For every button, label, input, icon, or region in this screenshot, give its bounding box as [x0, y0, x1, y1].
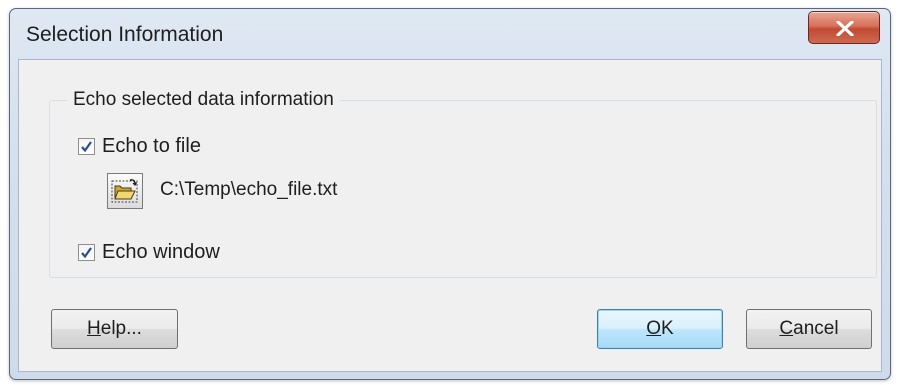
- browse-file-button[interactable]: [107, 173, 143, 209]
- echo-to-file-checkbox-row[interactable]: Echo to file: [78, 135, 201, 158]
- echo-window-label: Echo window: [102, 241, 220, 263]
- help-button[interactable]: Help...: [51, 309, 178, 349]
- echo-to-file-label: Echo to file: [102, 135, 201, 157]
- checkmark-icon: [81, 247, 92, 259]
- help-label: elp...: [100, 318, 142, 339]
- close-icon: [836, 21, 854, 36]
- help-accelerator: H: [87, 318, 101, 339]
- ok-label: K: [661, 318, 674, 339]
- window-title: Selection Information: [26, 23, 224, 46]
- echo-window-checkbox-row[interactable]: Echo window: [78, 241, 220, 264]
- echo-to-file-checkbox[interactable]: [78, 138, 95, 155]
- dialog-window: Selection Information Echo selected data…: [9, 8, 891, 380]
- ok-button[interactable]: OK: [597, 309, 723, 349]
- groupbox-legend: Echo selected data information: [67, 89, 340, 111]
- ok-accelerator: O: [646, 318, 662, 339]
- cancel-accelerator: C: [779, 318, 794, 339]
- dialog-client-area: Echo selected data information Echo to f…: [18, 59, 882, 372]
- cancel-label: ancel: [793, 318, 839, 339]
- echo-window-checkbox[interactable]: [78, 244, 95, 261]
- open-folder-icon: [111, 179, 138, 203]
- close-button[interactable]: [808, 11, 880, 44]
- file-path-text: C:\Temp\echo_file.txt: [160, 179, 338, 200]
- checkmark-icon: [81, 141, 92, 153]
- cancel-button[interactable]: Cancel: [746, 309, 872, 349]
